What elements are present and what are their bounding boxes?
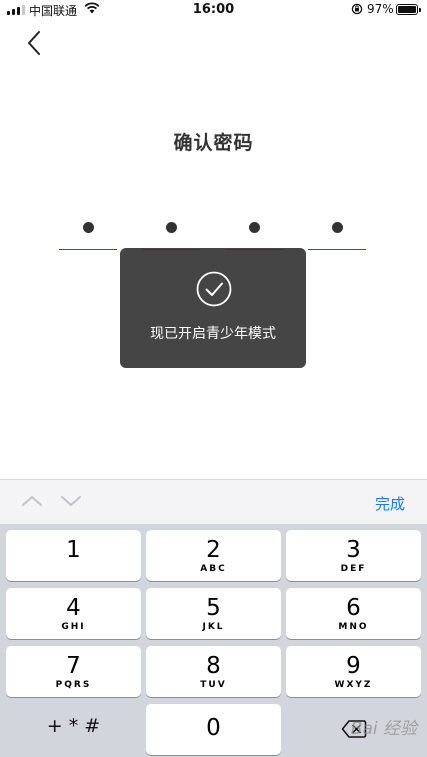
watermark: Bai 经验 <box>350 719 417 739</box>
toast-message: 现已开启青少年模式 <box>150 326 276 342</box>
chevron-down-icon[interactable] <box>59 493 83 509</box>
status-bar: 中国联通 16:00 97% <box>0 0 427 20</box>
pin-dot <box>83 222 94 233</box>
symbols-key[interactable]: + * # <box>6 704 141 755</box>
keyboard-accessory-bar: 完成 <box>0 479 427 524</box>
key-2[interactable]: 2 ABC <box>146 530 281 581</box>
battery-icon <box>396 4 421 15</box>
pin-digit <box>142 218 200 252</box>
chevron-up-icon[interactable] <box>20 493 44 509</box>
pin-underline <box>308 249 366 250</box>
back-button[interactable] <box>20 28 48 58</box>
pin-digit <box>308 218 366 252</box>
pin-underline <box>59 249 117 250</box>
numeric-keypad: 1 2 ABC 3 DEF 4 GHI 5 JKL 6 MNO 7 PQRS 8 TUV 9W… <box>0 524 427 757</box>
success-toast: 现已开启青少年模式 <box>120 248 306 368</box>
key-6[interactable]: 6 MNO <box>286 588 421 639</box>
done-button[interactable]: 完成 <box>375 493 405 514</box>
pin-dot <box>166 222 177 233</box>
key-7[interactable]: 7 PQRS <box>6 646 141 697</box>
key-8[interactable]: 8 TUV <box>146 646 281 697</box>
key-0[interactable]: 0 <box>146 704 281 755</box>
key-4[interactable]: 4 GHI <box>6 588 141 639</box>
pin-digit <box>59 218 117 252</box>
key-5[interactable]: 5 JKL <box>146 588 281 639</box>
chevron-left-icon <box>28 31 40 55</box>
key-9[interactable]: 9 WXYZ <box>286 646 421 697</box>
page-title: 确认密码 <box>173 132 254 154</box>
pin-dot <box>249 222 260 233</box>
pin-digit <box>225 218 283 252</box>
key-1[interactable]: 1 <box>6 530 141 581</box>
rotation-lock-icon <box>351 3 363 15</box>
battery-percent: 97% <box>367 2 394 16</box>
check-circle-icon <box>196 271 232 307</box>
pin-dot <box>332 222 343 233</box>
key-3[interactable]: 3 DEF <box>286 530 421 581</box>
